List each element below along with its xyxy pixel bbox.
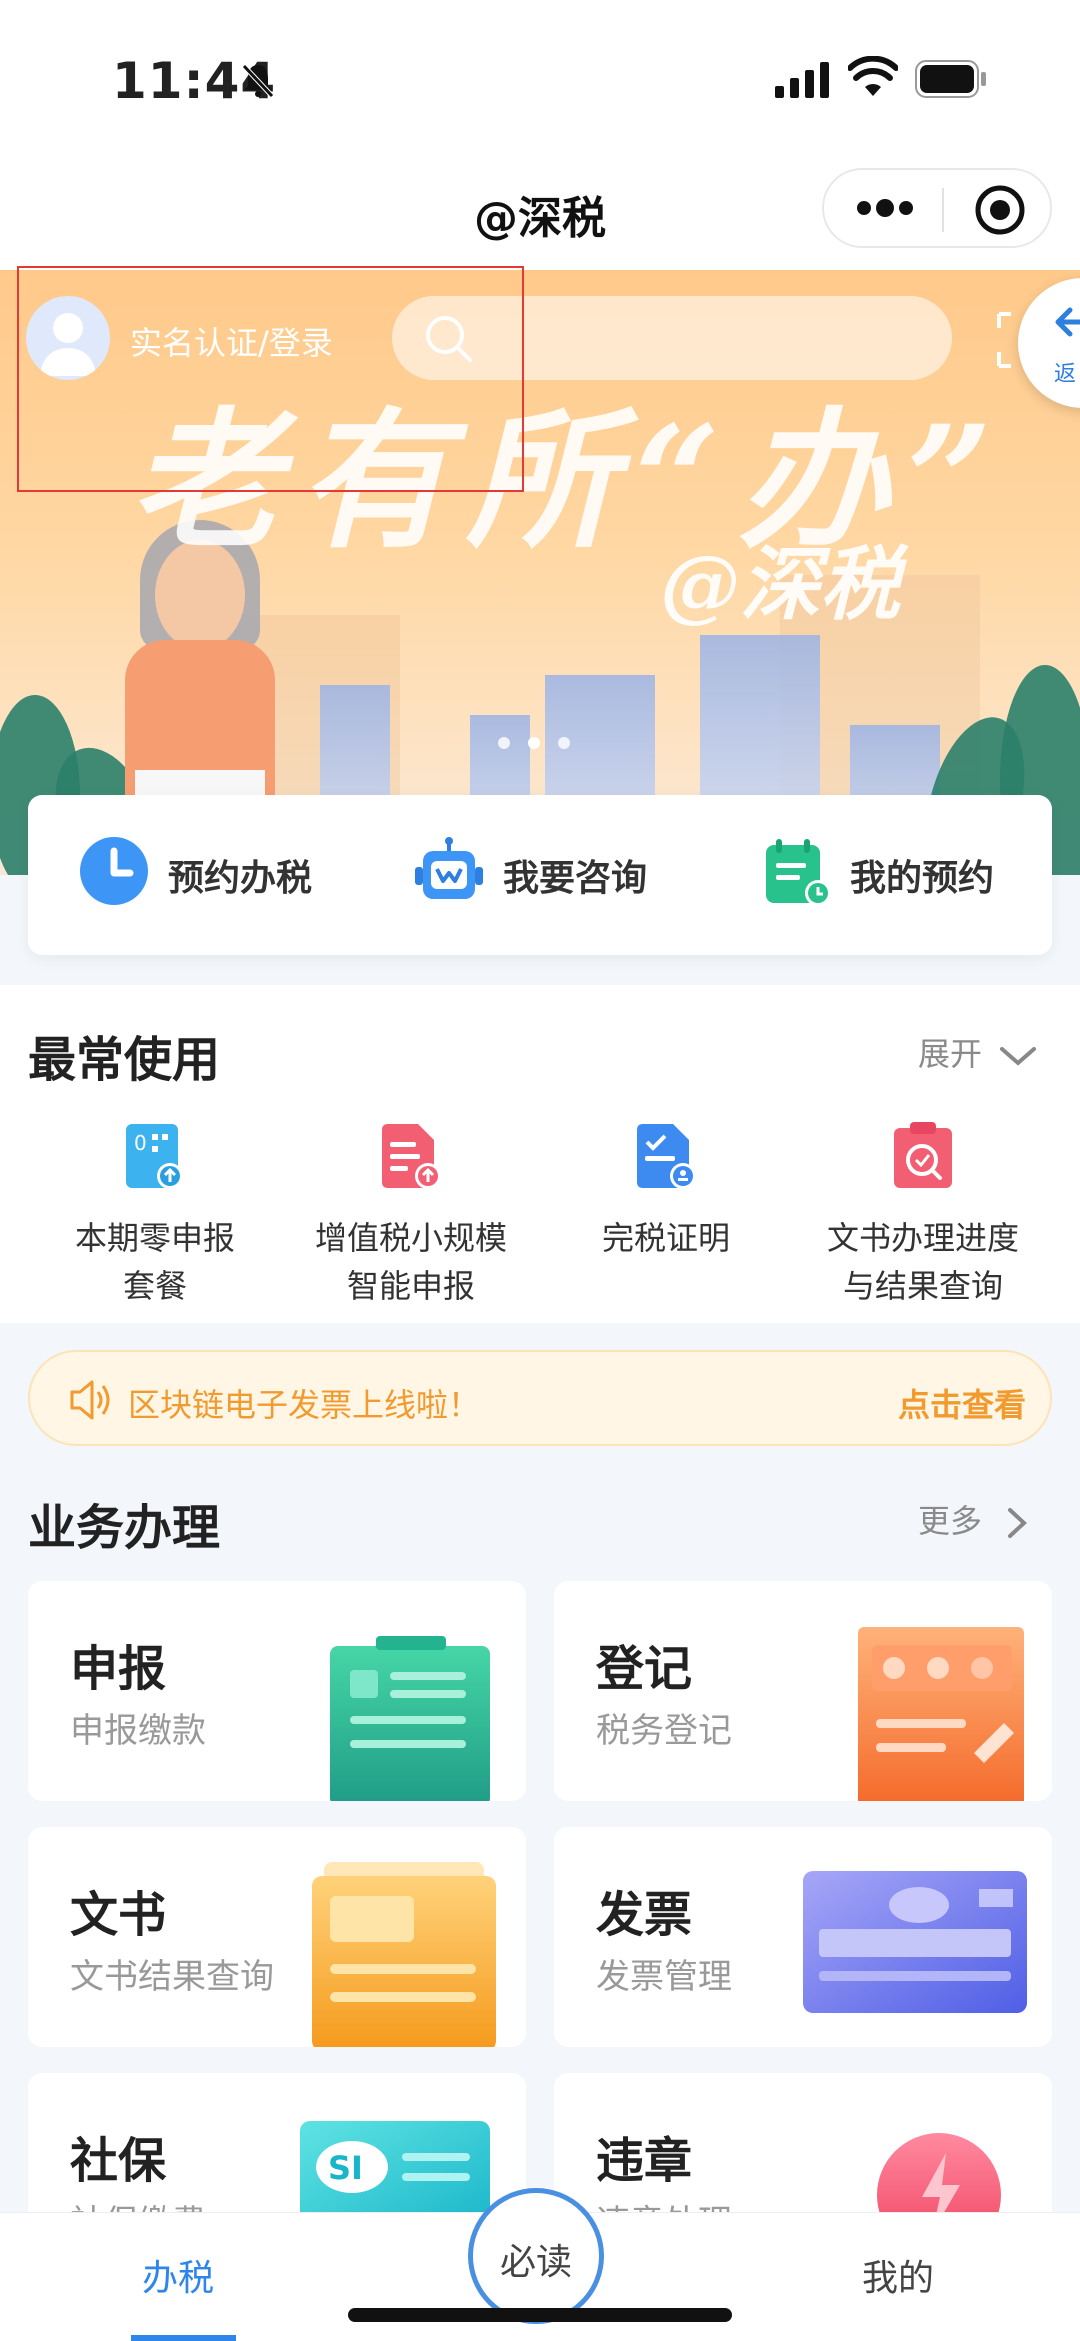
carousel-dot[interactable] [498, 737, 510, 749]
social-security-card-illustration-icon: SI [300, 2121, 490, 2227]
battery-icon [915, 60, 986, 98]
quick-action-label: 我的预约 [850, 858, 995, 899]
bell-muted-icon [242, 64, 274, 98]
tax-certificate-icon [637, 1124, 696, 1189]
carousel-dot[interactable] [558, 737, 570, 749]
card-subtitle: 文书结果查询 [70, 1957, 274, 1997]
tab-tax[interactable]: 办税 [142, 2249, 214, 2301]
signal-icon [775, 62, 829, 98]
card-title: 申报 [70, 1641, 167, 1697]
svg-text:0: 0 [134, 1131, 147, 1155]
invoice-card-illustration-icon [803, 1871, 1027, 2013]
frequent-item-zero-report[interactable]: 0 本期零申报 套餐 [35, 1120, 275, 1310]
svg-text:SI: SI [328, 2149, 363, 2187]
card-title: 社保 [70, 2133, 167, 2189]
card-title: 文书 [70, 1887, 167, 1943]
business-card-document[interactable]: 文书 文书结果查询 [28, 1827, 526, 2047]
frequent-item-tax-certificate[interactable]: 完税证明 [546, 1120, 786, 1262]
frequent-item-label: 本期零申报 套餐 [74, 1219, 235, 1305]
card-title: 登记 [596, 1641, 693, 1697]
quick-actions-card: 预约办税 我要咨询 我的预约 [28, 795, 1052, 955]
more-label: 更多 [918, 1502, 983, 1540]
more-dots-icon[interactable] [856, 196, 914, 220]
speaker-icon [70, 1380, 110, 1420]
capsule-divider [942, 188, 944, 232]
close-miniapp-icon[interactable] [974, 184, 1026, 236]
tab-mine[interactable]: 我的 [862, 2249, 934, 2301]
card-subtitle: 发票管理 [596, 1957, 732, 1997]
status-bar: 11:44 [0, 0, 1080, 150]
frequent-section: 最常使用 展开 0 本期零申报 套餐 增值税小规模 智能申报 完税证明 文书办理… [0, 985, 1080, 1323]
carousel-dot-active[interactable] [528, 737, 540, 749]
business-card-declare[interactable]: 申报 申报缴款 [28, 1581, 526, 1801]
section-title: 最常使用 [28, 1032, 221, 1088]
business-card-register[interactable]: 登记 税务登记 [554, 1581, 1052, 1801]
annotation-highlight-box [17, 266, 524, 492]
form-illustration-icon [858, 1627, 1024, 1801]
calendar-icon [766, 839, 831, 906]
clipboard-illustration-icon [330, 1636, 490, 1801]
arrow-left-icon [1055, 307, 1080, 337]
section-title: 业务办理 [28, 1500, 221, 1556]
frequent-item-label: 文书办理进度 与结果查询 [826, 1219, 1019, 1305]
frequent-item-label: 增值税小规模 智能申报 [314, 1219, 507, 1305]
chevron-right-icon [1008, 1508, 1028, 1538]
frequent-item-document-query[interactable]: 文书办理进度 与结果查询 [803, 1120, 1043, 1310]
must-read-button[interactable]: 必读 [468, 2188, 604, 2324]
expand-button[interactable]: 展开 [918, 1029, 1038, 1075]
zero-report-icon: 0 [126, 1124, 183, 1189]
banner-brand: @深税 [660, 537, 900, 631]
return-button[interactable]: 返 [1018, 278, 1080, 408]
miniapp-capsule [822, 168, 1052, 248]
more-button[interactable]: 更多 [918, 1496, 1032, 1542]
document-illustration-icon [312, 1862, 496, 2047]
wifi-icon [848, 56, 898, 96]
quick-action-label: 我要咨询 [503, 858, 648, 899]
home-indicator[interactable] [348, 2308, 732, 2322]
return-label: 返 [1054, 362, 1077, 387]
notice-link[interactable]: 点击查看 [898, 1380, 1026, 1426]
nav-bar: @深税 [0, 150, 1080, 270]
carousel-indicator [498, 734, 588, 749]
vat-report-icon [382, 1124, 441, 1189]
must-read-label: 必读 [499, 2242, 572, 2283]
frequent-item-vat-report[interactable]: 增值税小规模 智能申报 [291, 1120, 531, 1310]
frequent-item-label: 完税证明 [601, 1219, 730, 1257]
active-tab-indicator [131, 2335, 236, 2341]
quick-action-label: 预约办税 [168, 858, 313, 899]
notice-banner[interactable]: 区块链电子发票上线啦！ 点击查看 [28, 1350, 1052, 1446]
card-title: 违章 [596, 2133, 693, 2189]
robot-icon [415, 837, 483, 899]
document-query-icon [894, 1122, 952, 1188]
card-subtitle: 申报缴款 [70, 1711, 206, 1751]
card-title: 发票 [596, 1887, 693, 1943]
chevron-down-icon [1000, 1047, 1037, 1066]
clock-icon [80, 837, 148, 905]
notice-text: 区块链电子发票上线啦！ [128, 1386, 481, 1424]
business-card-invoice[interactable]: 发票 发票管理 [554, 1827, 1052, 2047]
card-subtitle: 税务登记 [596, 1711, 732, 1751]
expand-label: 展开 [918, 1035, 983, 1073]
